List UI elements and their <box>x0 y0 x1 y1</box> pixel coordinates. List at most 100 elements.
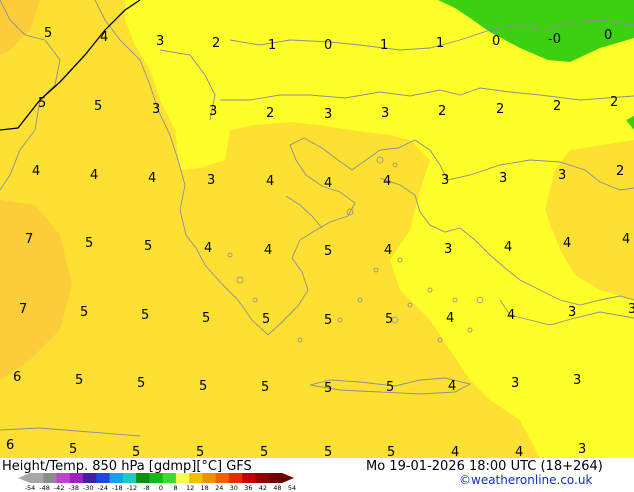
legend-arrow-low <box>18 473 30 483</box>
isotherm-label: 5 <box>261 380 270 395</box>
legend-tick-label: 54 <box>287 484 297 492</box>
isotherm-label: 2 <box>438 104 447 119</box>
isotherm-label: 4 <box>324 176 333 191</box>
isotherm-label: 4 <box>100 30 109 45</box>
legend-swatch <box>43 473 58 483</box>
isotherm-label: 0 <box>324 38 333 53</box>
isotherm-label: 5 <box>85 236 94 251</box>
isotherm-label: 3 <box>441 173 450 188</box>
isotherm-label: 7 <box>25 232 34 247</box>
map-canvas <box>0 0 634 458</box>
legend-tick-label: 48 <box>273 484 282 492</box>
legend-tick-label: -18 <box>112 484 123 492</box>
isotherm-label: 0 <box>492 34 501 49</box>
isotherm-label: 4 <box>204 241 213 256</box>
isotherm-label: 1 <box>380 38 389 53</box>
isotherm-label: 4 <box>504 240 513 255</box>
legend-swatch <box>242 473 256 483</box>
legend-swatch <box>136 473 150 483</box>
legend-tick-label: 0 <box>158 484 164 492</box>
legend-swatch <box>189 473 203 483</box>
isotherm-label: 5 <box>262 312 271 327</box>
legend-swatch <box>228 473 243 483</box>
isotherm-label: 0 <box>604 28 613 43</box>
isotherm-label: 3 <box>156 34 165 49</box>
legend-swatch <box>255 473 270 483</box>
isotherm-label: 3 <box>324 107 333 122</box>
legend-tick-label: -42 <box>53 484 65 492</box>
legend-swatch <box>215 473 230 483</box>
isotherm-label: 5 <box>324 313 333 328</box>
isotherm-label: 5 <box>44 26 53 41</box>
isotherm-label: 3 <box>558 168 567 183</box>
legend-swatch <box>30 473 44 483</box>
isotherm-label: 3 <box>628 302 634 317</box>
isotherm-label: 3 <box>152 102 161 117</box>
legend-swatch <box>122 473 137 483</box>
legend-swatch <box>162 473 177 483</box>
isotherm-label: 2 <box>616 164 625 179</box>
isotherm-label: 4 <box>563 236 572 251</box>
isotherm-label: 1 <box>436 36 445 51</box>
legend-tick-label: -38 <box>68 484 79 492</box>
legend-swatch <box>202 473 217 483</box>
isotherm-label: 3 <box>573 373 582 388</box>
isotherm-label: 4 <box>266 174 275 189</box>
isotherm-label: 4 <box>90 168 99 183</box>
isotherm-label: 5 <box>202 311 211 326</box>
isotherm-label: 2 <box>266 106 275 121</box>
isotherm-label: 4 <box>32 164 41 179</box>
legend-tick-label: 30 <box>229 484 238 492</box>
isotherm-label: 4 <box>264 243 273 258</box>
isotherm-label: 6 <box>6 438 15 453</box>
legend-swatch <box>56 473 71 483</box>
isotherm-label: 6 <box>13 370 22 385</box>
isotherm-label: 4 <box>507 308 516 323</box>
legend-tick-label: -8 <box>143 484 150 492</box>
legend-tick-label: 18 <box>200 484 209 492</box>
isotherm-label: 3 <box>499 171 508 186</box>
isotherm-label: 5 <box>80 305 89 320</box>
credit-link[interactable]: ©weatheronline.co.uk <box>459 474 592 487</box>
isotherm-label: 5 <box>199 379 208 394</box>
legend-tick-label: -54 <box>24 484 36 492</box>
isotherm-label: 3 <box>207 173 216 188</box>
legend-tick-label: 36 <box>244 484 253 492</box>
legend-swatch <box>96 473 111 483</box>
isotherm-label: 5 <box>386 380 395 395</box>
legend-swatch <box>109 473 124 483</box>
isotherm-label: 5 <box>324 381 333 396</box>
isotherm-label: 5 <box>94 99 103 114</box>
isotherm-label: 3 <box>444 242 453 257</box>
isotherm-label: 5 <box>38 96 47 111</box>
isotherm-label: 5 <box>385 312 394 327</box>
isotherm-label: 5 <box>141 308 150 323</box>
isotherm-label: 3 <box>209 104 218 119</box>
legend-tick-label: 24 <box>215 484 224 492</box>
isotherm-label: 3 <box>568 305 577 320</box>
legend-swatch <box>268 473 283 483</box>
legend-tick-label: -48 <box>39 484 50 492</box>
color-legend <box>18 473 294 483</box>
isotherm-label: 5 <box>69 442 78 457</box>
isotherm-label: 4 <box>383 174 392 189</box>
isotherm-label: 4 <box>384 243 393 258</box>
isotherm-label: 3 <box>511 376 520 391</box>
isotherm-label: 2 <box>553 99 562 114</box>
isotherm-label: 3 <box>578 442 587 457</box>
legend-arrow-high <box>282 473 294 483</box>
isotherm-label: 5 <box>137 376 146 391</box>
legend-tick-label: 8 <box>173 484 178 492</box>
weather-map: 5 4 3 2 1 0 1 1 0 -0 0 5 5 3 3 2 3 3 2 2 2 2 4 4 4 3 4 4 4 3 3 3 2 7 5 5 4 4 5… <box>0 0 634 459</box>
legend-tick-label: 42 <box>258 484 268 492</box>
isotherm-label: 2 <box>496 102 505 117</box>
legend-tick-label: 12 <box>185 484 195 492</box>
isotherm-label: 5 <box>324 244 333 259</box>
isotherm-label: 3 <box>381 106 390 121</box>
isotherm-label: 1 <box>268 38 277 53</box>
legend-swatch <box>149 473 164 483</box>
isotherm-label: 4 <box>448 379 457 394</box>
isotherm-label: 7 <box>19 302 28 317</box>
legend-swatch <box>83 473 97 483</box>
map-datetime: Mo 19-01-2026 18:00 UTC (18+264) <box>366 459 603 474</box>
